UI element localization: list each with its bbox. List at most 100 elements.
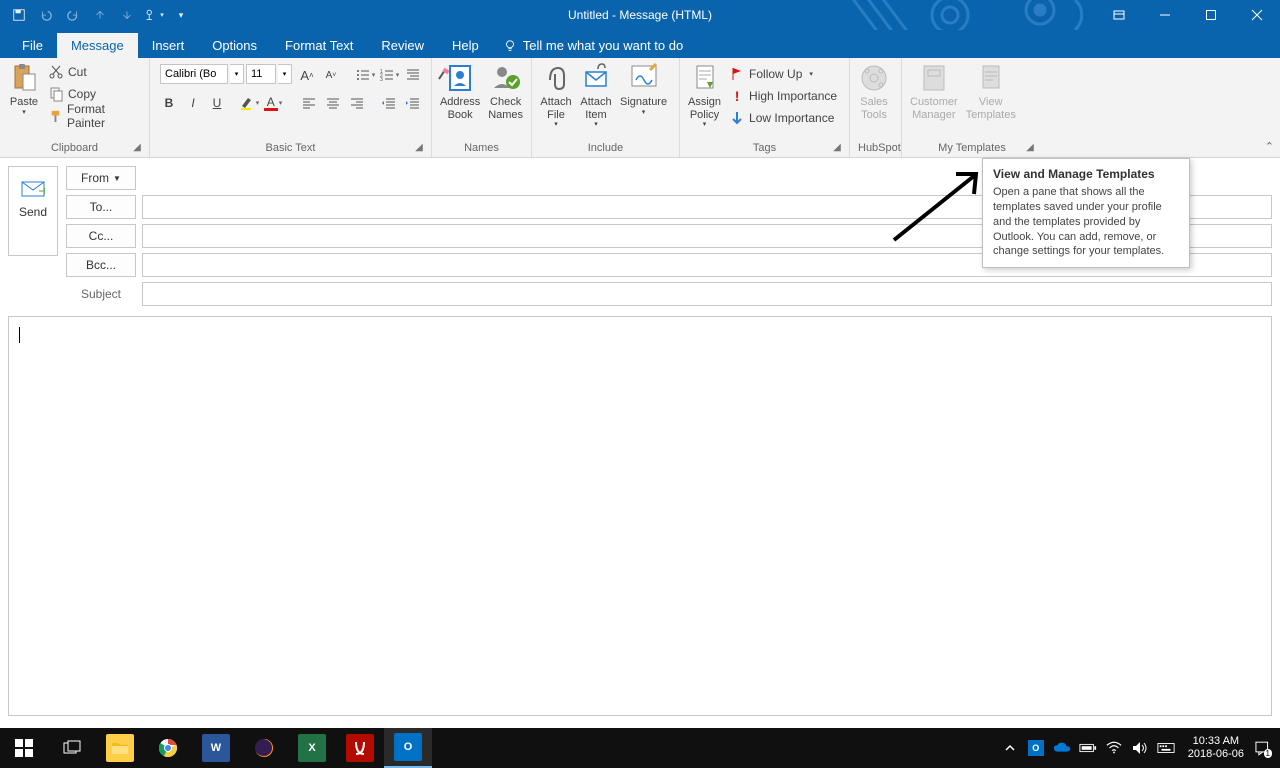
high-importance-button[interactable]: !High Importance	[727, 86, 839, 106]
close-icon[interactable]	[1234, 0, 1280, 30]
font-size-input[interactable]	[246, 64, 276, 84]
paragraph-marks-button[interactable]	[402, 64, 424, 86]
align-right-button[interactable]	[346, 92, 368, 114]
tray-onedrive-icon[interactable]	[1050, 728, 1074, 768]
acrobat-button[interactable]	[336, 728, 384, 768]
minimize-icon[interactable]	[1142, 0, 1188, 30]
dialog-launcher-icon[interactable]: ◢	[413, 142, 425, 154]
tray-notifications-icon[interactable]: 1	[1254, 728, 1278, 768]
view-templates-button[interactable]: View Templates	[962, 60, 1020, 123]
maximize-icon[interactable]	[1188, 0, 1234, 30]
message-body[interactable]	[8, 316, 1272, 716]
chrome-button[interactable]	[144, 728, 192, 768]
tab-insert[interactable]: Insert	[138, 33, 199, 58]
signature-button[interactable]: Signature▾	[616, 60, 671, 119]
address-book-button[interactable]: Address Book	[436, 60, 484, 123]
numbering-button[interactable]: 123▾	[378, 64, 400, 86]
tray-volume-icon[interactable]	[1128, 728, 1152, 768]
tab-format-text[interactable]: Format Text	[271, 33, 367, 58]
dialog-launcher-icon[interactable]: ◢	[831, 142, 843, 154]
bold-button[interactable]: B	[158, 92, 180, 114]
group-templates-label: My Templates◢	[906, 141, 1038, 157]
arrow-down-icon	[729, 110, 745, 126]
decrease-font-button[interactable]: A˅	[320, 64, 342, 86]
send-button[interactable]: Send	[8, 166, 58, 256]
copy-icon	[48, 86, 64, 102]
sales-tools-button: Sales Tools	[854, 60, 894, 123]
exclamation-icon: !	[729, 88, 745, 104]
cc-button[interactable]: Cc...	[66, 224, 136, 248]
tell-me-search[interactable]: Tell me what you want to do	[493, 33, 693, 58]
underline-button[interactable]: U	[206, 92, 228, 114]
font-size-dropdown[interactable]: ▾	[278, 64, 292, 84]
tooltip-title: View and Manage Templates	[993, 167, 1179, 181]
cut-button[interactable]: Cut	[46, 62, 143, 82]
highlight-button[interactable]: ▾	[238, 92, 260, 114]
to-button[interactable]: To...	[66, 195, 136, 219]
tray-battery-icon[interactable]	[1076, 728, 1100, 768]
tab-options[interactable]: Options	[198, 33, 271, 58]
font-name-input[interactable]	[160, 64, 228, 84]
tooltip-body: Open a pane that shows all the templates…	[993, 185, 1179, 259]
ribbon-display-icon[interactable]	[1096, 0, 1142, 30]
collapse-ribbon-icon[interactable]: ⌃	[1265, 140, 1274, 153]
qat-more-icon[interactable]: ▾	[168, 2, 194, 28]
tooltip-view-templates: View and Manage Templates Open a pane th…	[982, 158, 1190, 268]
file-explorer-button[interactable]	[96, 728, 144, 768]
tray-overflow-icon[interactable]	[998, 728, 1022, 768]
attach-file-button[interactable]: Attach File▾	[536, 60, 576, 131]
from-button[interactable]: From ▼	[66, 166, 136, 190]
customer-manager-button: Customer Manager	[906, 60, 962, 123]
paste-button[interactable]: Paste▾	[4, 60, 44, 119]
bcc-button[interactable]: Bcc...	[66, 253, 136, 277]
undo-icon[interactable]	[33, 2, 59, 28]
check-names-button[interactable]: Check Names	[484, 60, 527, 123]
task-view-button[interactable]	[48, 728, 96, 768]
italic-button[interactable]: I	[182, 92, 204, 114]
start-button[interactable]	[0, 728, 48, 768]
excel-button[interactable]: X	[288, 728, 336, 768]
low-importance-button[interactable]: Low Importance	[727, 108, 839, 128]
word-button[interactable]: W	[192, 728, 240, 768]
tell-me-label: Tell me what you want to do	[523, 38, 683, 53]
paintbrush-icon	[48, 108, 63, 124]
increase-font-button[interactable]: A˄	[296, 64, 318, 86]
group-include-label: Include	[536, 141, 675, 157]
copy-button[interactable]: Copy	[46, 84, 143, 104]
tab-review[interactable]: Review	[367, 33, 438, 58]
dialog-launcher-icon[interactable]: ◢	[131, 142, 143, 154]
redo-icon[interactable]	[60, 2, 86, 28]
lightbulb-icon	[503, 39, 517, 53]
tray-outlook-icon[interactable]: O	[1024, 728, 1048, 768]
tray-clock[interactable]: 10:33 AM2018-06-06	[1180, 735, 1252, 761]
format-painter-button[interactable]: Format Painter	[46, 106, 143, 126]
prev-icon[interactable]	[87, 2, 113, 28]
follow-up-button[interactable]: Follow Up▾	[727, 64, 839, 84]
firefox-button[interactable]	[240, 728, 288, 768]
decrease-indent-button[interactable]	[378, 92, 400, 114]
flag-icon	[729, 66, 745, 82]
assign-policy-button[interactable]: Assign Policy▾	[684, 60, 725, 131]
tab-help[interactable]: Help	[438, 33, 493, 58]
next-icon[interactable]	[114, 2, 140, 28]
save-icon[interactable]	[6, 2, 32, 28]
view-templates-icon	[975, 62, 1007, 94]
paste-icon	[8, 62, 40, 94]
increase-indent-button[interactable]	[402, 92, 424, 114]
touch-mode-icon[interactable]: ▾	[141, 2, 167, 28]
bullets-button[interactable]: ▾	[354, 64, 376, 86]
font-name-dropdown[interactable]: ▾	[230, 64, 244, 84]
align-center-button[interactable]	[322, 92, 344, 114]
tray-keyboard-icon[interactable]	[1154, 728, 1178, 768]
outlook-button[interactable]: O	[384, 728, 432, 768]
tab-file[interactable]: File	[8, 33, 57, 58]
subject-input[interactable]	[142, 282, 1272, 306]
dialog-launcher-icon[interactable]: ◢	[1024, 142, 1036, 154]
attach-item-button[interactable]: Attach Item▾	[576, 60, 616, 131]
group-names-label: Names	[436, 141, 527, 157]
font-color-button[interactable]: A▾	[262, 92, 284, 114]
title-decoration	[840, 0, 1100, 30]
align-left-button[interactable]	[298, 92, 320, 114]
tray-wifi-icon[interactable]	[1102, 728, 1126, 768]
tab-message[interactable]: Message	[57, 33, 138, 58]
